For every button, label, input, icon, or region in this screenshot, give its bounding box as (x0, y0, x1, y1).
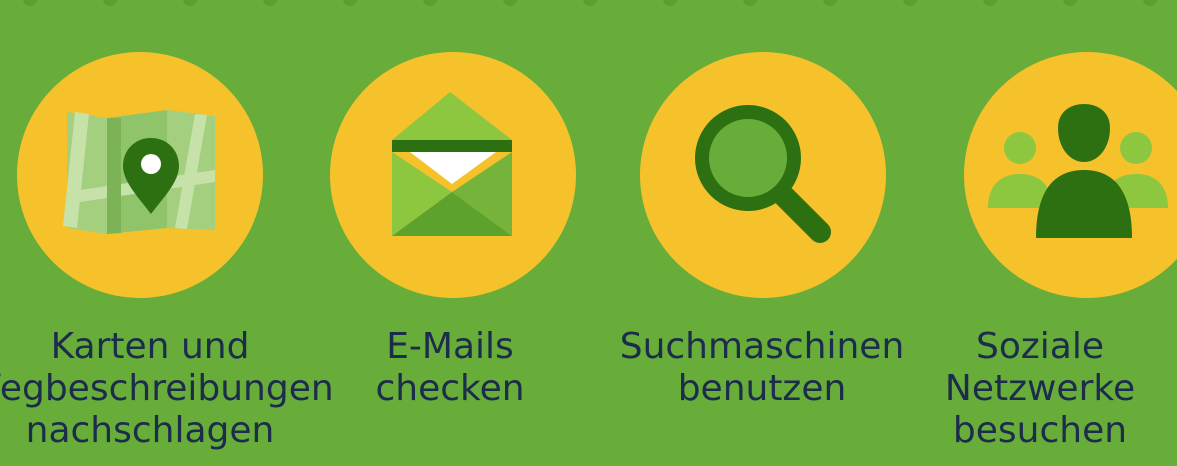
maps-circle (17, 52, 263, 298)
people-icon (988, 104, 1168, 238)
feature-social: Soziale Netzwerke besuchen (900, 0, 1177, 466)
envelope-icon (392, 92, 512, 236)
magnifier-icon (695, 105, 831, 243)
social-circle (964, 52, 1177, 298)
search-circle (640, 52, 886, 298)
social-label: Soziale Netzwerke besuchen (944, 326, 1136, 451)
email-circle (330, 52, 576, 298)
map-pin-icon (63, 110, 215, 234)
